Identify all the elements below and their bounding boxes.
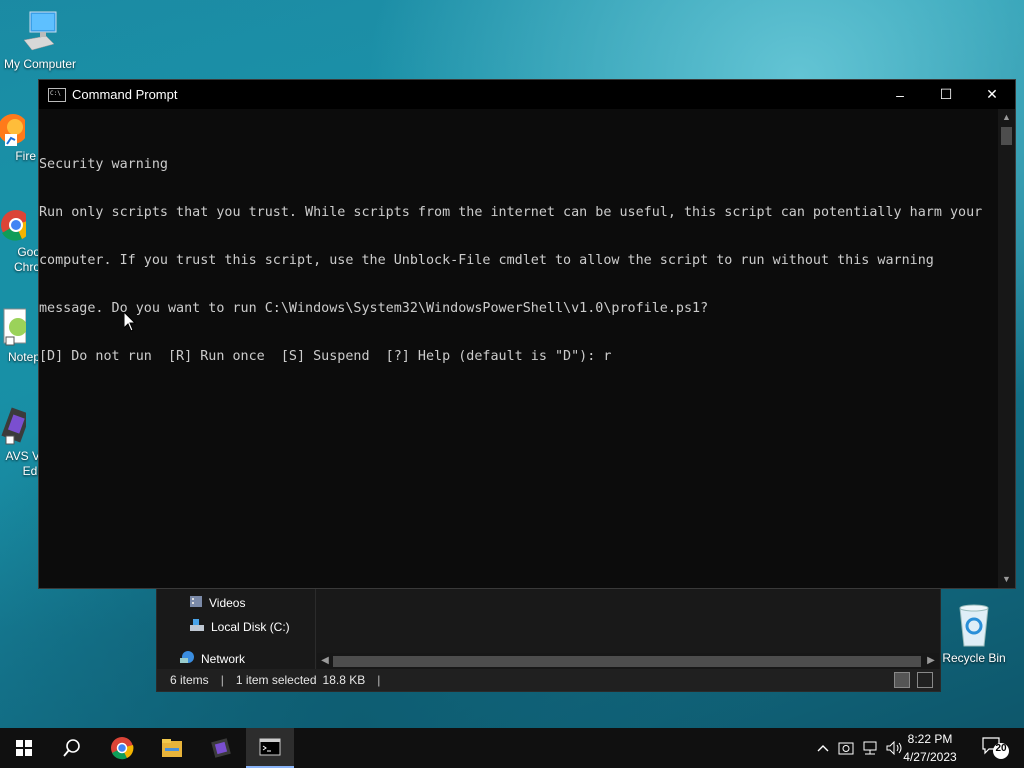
taskbar-avs-video-editor[interactable]: [197, 728, 245, 768]
status-selected: 1 item selected: [235, 673, 317, 687]
notification-count: 20: [995, 743, 1007, 754]
tray-network-icon[interactable]: [860, 728, 880, 768]
desktop-icon-recycle-bin[interactable]: Recycle Bin: [934, 602, 1014, 666]
desktop-icon-label: My Computer: [3, 57, 77, 71]
console-line: computer. If you trust this script, use …: [39, 253, 934, 268]
chrome-icon: [111, 737, 134, 760]
minimize-button[interactable]: –: [877, 80, 923, 109]
clock-date: 4/27/2023: [903, 750, 957, 764]
videos-folder-icon: [189, 594, 203, 611]
firefox-icon: [0, 112, 28, 146]
console-line: Security warning: [39, 157, 168, 172]
taskbar-file-explorer[interactable]: [148, 728, 196, 768]
computer-icon: [20, 10, 60, 54]
status-separator: |: [220, 673, 224, 687]
desktop-icon-label: AVS V: [5, 449, 40, 463]
chrome-icon: [0, 208, 31, 242]
show-hidden-icons-button[interactable]: [814, 728, 832, 768]
close-button[interactable]: ✕: [969, 80, 1015, 109]
desktop-icon-avs-video-editor[interactable]: AVS V Edi: [0, 406, 40, 479]
taskbar-clock[interactable]: 8:22 PM 4/27/2023: [896, 730, 964, 766]
desktop-icon-my-computer[interactable]: My Computer: [0, 10, 80, 72]
nav-item-network[interactable]: Network: [179, 650, 245, 667]
nav-item-label: Network: [201, 651, 246, 666]
status-size: 18.8 KB: [322, 673, 366, 687]
desktop-icon-label: Fire: [15, 149, 36, 163]
desktop-icon-label: Edi: [22, 464, 40, 478]
scroll-left-icon[interactable]: ◀: [317, 653, 333, 669]
file-explorer-window[interactable]: Videos Local Disk (C:) Network ◀ ▶ 6 ite…: [156, 588, 941, 692]
mouse-cursor-icon: [123, 310, 137, 337]
network-icon: [863, 741, 877, 755]
taskbar-command-prompt[interactable]: [246, 728, 294, 768]
scrollbar-thumb[interactable]: [1001, 127, 1012, 145]
vertical-scrollbar[interactable]: ▲ ▼: [998, 109, 1015, 588]
avs-video-editor-icon: [211, 738, 231, 758]
search-icon: [63, 739, 80, 757]
status-separator: |: [377, 673, 381, 687]
nav-item-local-disk[interactable]: Local Disk (C:): [189, 618, 290, 635]
desktop-icon-google-chrome[interactable]: Goo Chro: [0, 208, 40, 275]
nav-item-label: Local Disk (C:): [211, 619, 290, 634]
chevron-up-icon: [817, 745, 829, 752]
console-output[interactable]: Security warning Run only scripts that y…: [39, 125, 997, 585]
command-prompt-window[interactable]: Command Prompt – ☐ ✕ Security warning Ru…: [38, 79, 1016, 589]
cmd-app-icon: [48, 87, 66, 102]
start-button[interactable]: [0, 728, 48, 768]
status-item-count: 6 items: [170, 673, 209, 687]
console-line: message. Do you want to run C:\Windows\S…: [39, 301, 709, 316]
notepad-icon: [0, 307, 27, 347]
desktop-icon-notepad[interactable]: Notep: [0, 307, 40, 365]
action-center-button[interactable]: 20: [982, 737, 1010, 764]
nav-item-label: Videos: [209, 595, 246, 610]
window-title: Command Prompt: [72, 87, 178, 102]
security-update-icon: [838, 742, 854, 755]
desktop-icon-label: Recycle Bin: [942, 651, 1006, 665]
desktop-icon-firefox[interactable]: Fire: [0, 112, 38, 164]
horizontal-scrollbar[interactable]: ◀ ▶: [317, 653, 939, 669]
desktop-icon-label: Notep: [7, 350, 40, 364]
console-line: Run only scripts that you trust. While s…: [39, 205, 983, 220]
scroll-right-icon[interactable]: ▶: [923, 653, 939, 669]
console-prompt-line: [D] Do not run [R] Run once [S] Suspend …: [39, 349, 612, 364]
desktop-icon-label: Chro: [13, 260, 40, 274]
navigation-pane: Videos Local Disk (C:) Network: [157, 589, 316, 669]
avs-video-editor-icon: [0, 406, 31, 446]
details-view-icon[interactable]: [894, 672, 910, 688]
nav-item-videos[interactable]: Videos: [189, 594, 245, 611]
scrollbar-thumb[interactable]: [333, 656, 921, 667]
command-prompt-icon: [259, 738, 281, 756]
taskbar: 8:22 PM 4/27/2023 20: [0, 728, 1024, 768]
recycle-bin-icon: [954, 602, 994, 648]
tray-update-icon[interactable]: [836, 728, 856, 768]
scroll-down-icon[interactable]: ▼: [998, 571, 1015, 588]
search-button[interactable]: [48, 728, 96, 768]
desktop-icon-label: Goo: [17, 245, 40, 259]
title-bar[interactable]: Command Prompt – ☐ ✕: [39, 80, 1015, 109]
status-bar: 6 items | 1 item selected 18.8 KB |: [157, 669, 940, 691]
windows-logo-icon: [16, 740, 32, 756]
network-icon: [179, 650, 195, 667]
clock-time: 8:22 PM: [907, 732, 953, 746]
file-explorer-icon: [162, 739, 182, 757]
taskbar-chrome[interactable]: [98, 728, 146, 768]
scroll-up-icon[interactable]: ▲: [998, 109, 1015, 126]
maximize-button[interactable]: ☐: [923, 80, 969, 109]
local-disk-icon: [189, 618, 205, 635]
large-icons-view-icon[interactable]: [917, 672, 933, 688]
